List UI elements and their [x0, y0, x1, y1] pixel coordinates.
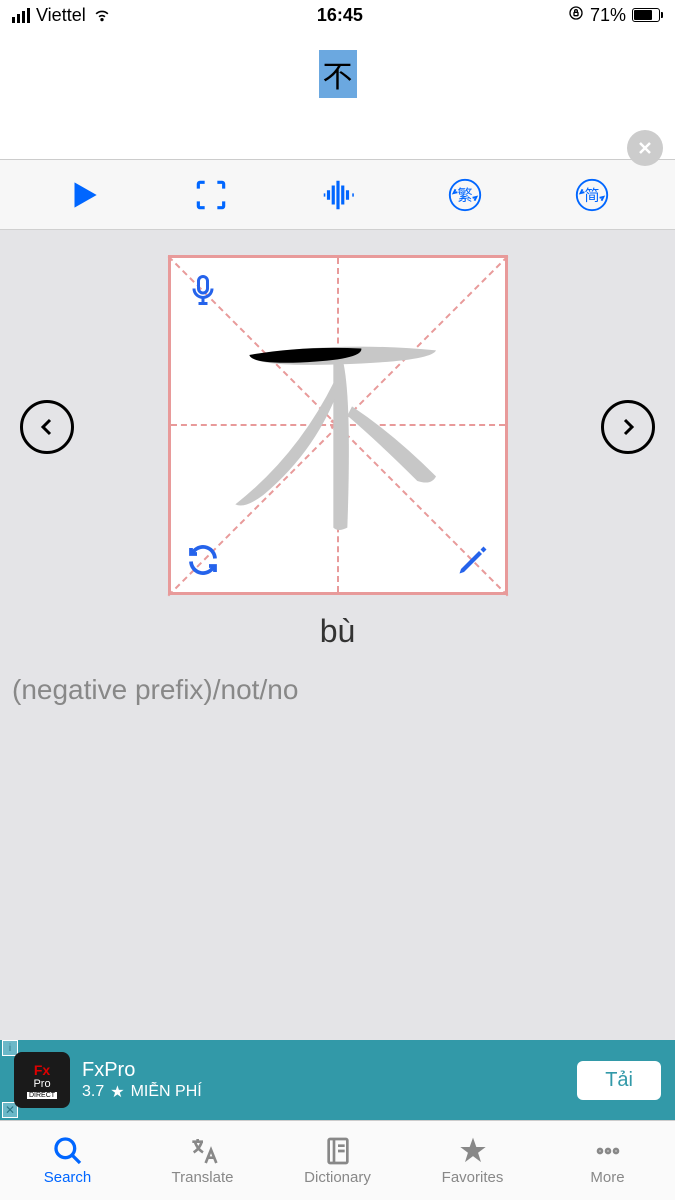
- previous-button[interactable]: [20, 400, 74, 454]
- ad-info: FxPro 3.7 ★ MIỄN PHÍ: [82, 1059, 565, 1102]
- ad-thumbnail: FxPro DIRECT: [14, 1052, 70, 1108]
- toolbar: 繁 简: [0, 160, 675, 230]
- tab-search[interactable]: Search: [0, 1121, 135, 1200]
- rotation-lock-icon: [568, 5, 584, 26]
- tab-more[interactable]: More: [540, 1121, 675, 1200]
- wifi-icon: [92, 3, 112, 28]
- status-left: Viettel: [12, 3, 112, 28]
- tab-dictionary[interactable]: Dictionary: [270, 1121, 405, 1200]
- header-character[interactable]: 不: [319, 50, 357, 98]
- svg-text:繁: 繁: [457, 187, 472, 204]
- simplified-toggle-button[interactable]: 简: [562, 170, 622, 220]
- microphone-button[interactable]: [183, 270, 223, 310]
- battery-percent: 71%: [590, 5, 626, 26]
- carrier-label: Viettel: [36, 5, 86, 26]
- clock: 16:45: [317, 5, 363, 26]
- tab-bar: Search Translate Dictionary Favorites Mo…: [0, 1120, 675, 1200]
- signal-icon: [12, 8, 30, 23]
- tab-label: Search: [44, 1169, 92, 1186]
- next-button[interactable]: [601, 400, 655, 454]
- status-right: 71%: [568, 5, 663, 26]
- tab-label: More: [590, 1169, 624, 1186]
- ad-rating: 3.7: [82, 1083, 104, 1101]
- character-card: ✱: [168, 255, 508, 595]
- star-icon: ★: [110, 1082, 124, 1102]
- tab-favorites[interactable]: Favorites: [405, 1121, 540, 1200]
- write-button[interactable]: [453, 540, 493, 580]
- main-area: ✱ bù (negative prefix)/not: [0, 230, 675, 1040]
- status-bar: Viettel 16:45 71%: [0, 0, 675, 30]
- tab-label: Translate: [172, 1169, 234, 1186]
- tab-label: Favorites: [442, 1169, 504, 1186]
- soundwave-button[interactable]: [308, 170, 368, 220]
- ad-banner[interactable]: i ✕ FxPro DIRECT FxPro 3.7 ★ MIỄN PHÍ Tả…: [0, 1040, 675, 1120]
- ad-cta-button[interactable]: Tải: [577, 1061, 661, 1100]
- definition-text: (negative prefix)/not/no: [0, 650, 675, 730]
- ad-price: MIỄN PHÍ: [131, 1083, 202, 1101]
- svg-text:简: 简: [584, 187, 599, 204]
- header-area: 不: [0, 30, 675, 160]
- scan-button[interactable]: [181, 170, 241, 220]
- close-button[interactable]: [627, 130, 663, 166]
- traditional-toggle-button[interactable]: 繁: [435, 170, 495, 220]
- play-button[interactable]: [54, 170, 114, 220]
- tab-label: Dictionary: [304, 1169, 371, 1186]
- pinyin-label: bù: [0, 613, 675, 650]
- tab-translate[interactable]: Translate: [135, 1121, 270, 1200]
- ad-title: FxPro: [82, 1059, 565, 1082]
- battery-icon: [632, 8, 663, 22]
- replay-button[interactable]: [183, 540, 223, 580]
